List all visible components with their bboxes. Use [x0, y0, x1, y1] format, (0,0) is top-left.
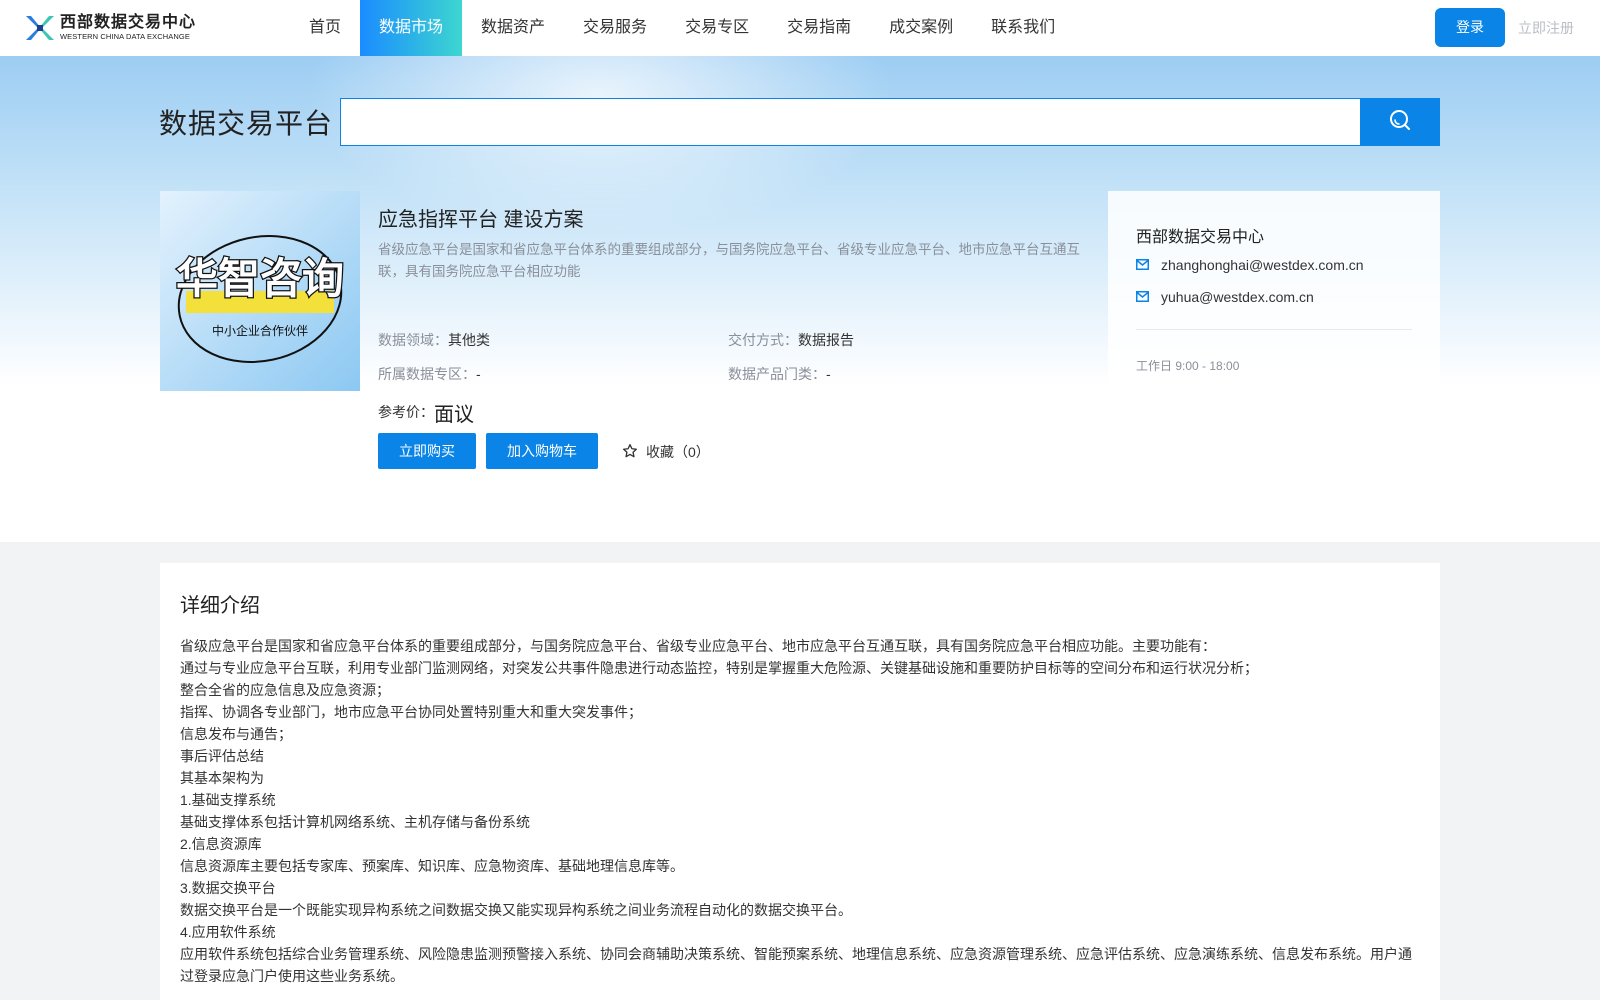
nav-item-home[interactable]: 首页 [290, 0, 360, 56]
page-title: 数据交易平台 [159, 108, 334, 139]
attr-label: 交付方式： [728, 332, 798, 348]
work-hours: 工作日 9:00 - 18:00 [1136, 359, 1240, 373]
price-value: 面议 [434, 404, 474, 426]
details-paragraph: 基础支撑体系包括计算机网络系统、主机存储与备份系统 [180, 814, 530, 830]
details-paragraph: 2.信息资源库 [180, 836, 262, 852]
details-paragraph: 应用软件系统包括综合业务管理系统、风险隐患监测预警接入系统、协同会商辅助决策系统… [180, 946, 1412, 984]
attr-value: 其他类 [448, 332, 490, 348]
nav-item-contact[interactable]: 联系我们 [972, 0, 1074, 56]
details-title: 详细介绍 [180, 595, 260, 617]
contact-divider [1136, 329, 1412, 330]
contact-email-text: zhanghonghai@westdex.com.cn [1161, 257, 1364, 273]
search-icon [1388, 108, 1412, 137]
price-label: 参考价： [378, 404, 434, 420]
nav-item-trade-services[interactable]: 交易服务 [564, 0, 666, 56]
nav-item-cases[interactable]: 成交案例 [870, 0, 972, 56]
attr-product-category: 数据产品门类：- [728, 364, 831, 384]
details-paragraph: 省级应急平台是国家和省应急平台体系的重要组成部分，与国务院应急平台、省级专业应急… [180, 638, 1216, 654]
contact-email-2: yuhua@westdex.com.cn [1136, 289, 1314, 305]
star-icon [622, 443, 646, 462]
buy-now-button[interactable]: 立即购买 [378, 433, 476, 469]
register-link[interactable]: 立即注册 [1518, 18, 1574, 38]
nav-item-data-market[interactable]: 数据市场 [360, 0, 463, 56]
attr-label: 所属数据专区： [378, 366, 476, 382]
details-paragraph: 4.应用软件系统 [180, 924, 276, 940]
attr-delivery-method: 交付方式：数据报告 [728, 330, 854, 350]
attr-value: - [826, 366, 831, 382]
main-nav: 首页 数据市场 数据资产 交易服务 交易专区 交易指南 成交案例 联系我们 [290, 0, 1074, 56]
details-section: 详细介绍 省级应急平台是国家和省应急平台体系的重要组成部分，与国务院应急平台、省… [160, 563, 1440, 1000]
contact-email-1: zhanghonghai@westdex.com.cn [1136, 257, 1364, 273]
attr-data-domain: 数据领域：其他类 [378, 330, 490, 350]
favorite-label: 收藏（0） [646, 444, 710, 460]
details-paragraph: 1.基础支撑系统 [180, 792, 276, 808]
product-image-art: 华智咨询 中小企业合作伙伴 [160, 191, 360, 391]
attr-value: 数据报告 [798, 332, 854, 348]
contact-email-text: yuhua@westdex.com.cn [1161, 289, 1314, 305]
nav-item-trade-guide[interactable]: 交易指南 [768, 0, 870, 56]
details-paragraph: 信息资源库主要包括专家库、预案库、知识库、应急物资库、基础地理信息库等。 [180, 858, 684, 874]
site-logo[interactable]: 西部数据交易中心 WESTERN CHINA DATA EXCHANGE [24, 12, 196, 44]
product-image-brand-text: 华智咨询 [176, 254, 344, 303]
add-to-cart-button[interactable]: 加入购物车 [486, 433, 598, 469]
details-paragraph: 事后评估总结 [180, 748, 264, 764]
logo-mark-icon [24, 13, 56, 43]
details-paragraph: 数据交换平台是一个既能实现异构系统之间数据交换又能实现异构系统之间业务流程自动化… [180, 902, 852, 918]
favorite-button[interactable]: 收藏（0） [622, 442, 710, 462]
contact-org-name: 西部数据交易中心 [1136, 229, 1265, 246]
product-image-sub-text: 中小企业合作伙伴 [212, 323, 308, 338]
details-paragraph: 3.数据交换平台 [180, 880, 276, 896]
logo-en-text: WESTERN CHINA DATA EXCHANGE [60, 32, 190, 41]
login-button[interactable]: 登录 [1435, 8, 1505, 47]
details-paragraph: 指挥、协调各专业部门，地市应急平台协同处置特别重大和重大突发事件； [180, 704, 642, 720]
logo-cn-text: 西部数据交易中心 [60, 14, 197, 31]
details-body: 省级应急平台是国家和省应急平台体系的重要组成部分，与国务院应急平台、省级专业应急… [180, 635, 1416, 987]
product-description: 省级应急平台是国家和省应急平台体系的重要组成部分，与国务院应急平台、省级专业应急… [378, 242, 1080, 279]
nav-item-trade-zone[interactable]: 交易专区 [666, 0, 768, 56]
details-paragraph: 整合全省的应急信息及应急资源； [180, 682, 390, 698]
contact-card: 西部数据交易中心 zhanghonghai@westdex.com.cn yuh… [1108, 191, 1440, 391]
mail-icon [1136, 257, 1161, 273]
attr-label: 数据领域： [378, 332, 448, 348]
product-image: 华智咨询 中小企业合作伙伴 [160, 191, 360, 391]
details-paragraph: 通过与专业应急平台互联，利用专业部门监测网络，对突发公共事件隐患进行动态监控，特… [180, 660, 1258, 676]
search-input[interactable] [340, 98, 1362, 146]
details-paragraph: 其基本架构为 [180, 770, 264, 786]
top-header: 西部数据交易中心 WESTERN CHINA DATA EXCHANGE 首页 … [0, 0, 1600, 56]
search-button[interactable] [1360, 98, 1440, 146]
nav-item-data-assets[interactable]: 数据资产 [462, 0, 564, 56]
attr-value: - [476, 366, 481, 382]
mail-icon [1136, 289, 1161, 305]
details-paragraph: 信息发布与通告； [180, 726, 292, 742]
attr-data-zone: 所属数据专区：- [378, 364, 481, 384]
product-title: 应急指挥平台 建设方案 [378, 209, 584, 231]
attr-label: 数据产品门类： [728, 366, 826, 382]
product-hero: 数据交易平台 华智咨询 中小企业合作伙伴 应急指挥平台 建设方案 省级应急平台是… [0, 56, 1600, 542]
